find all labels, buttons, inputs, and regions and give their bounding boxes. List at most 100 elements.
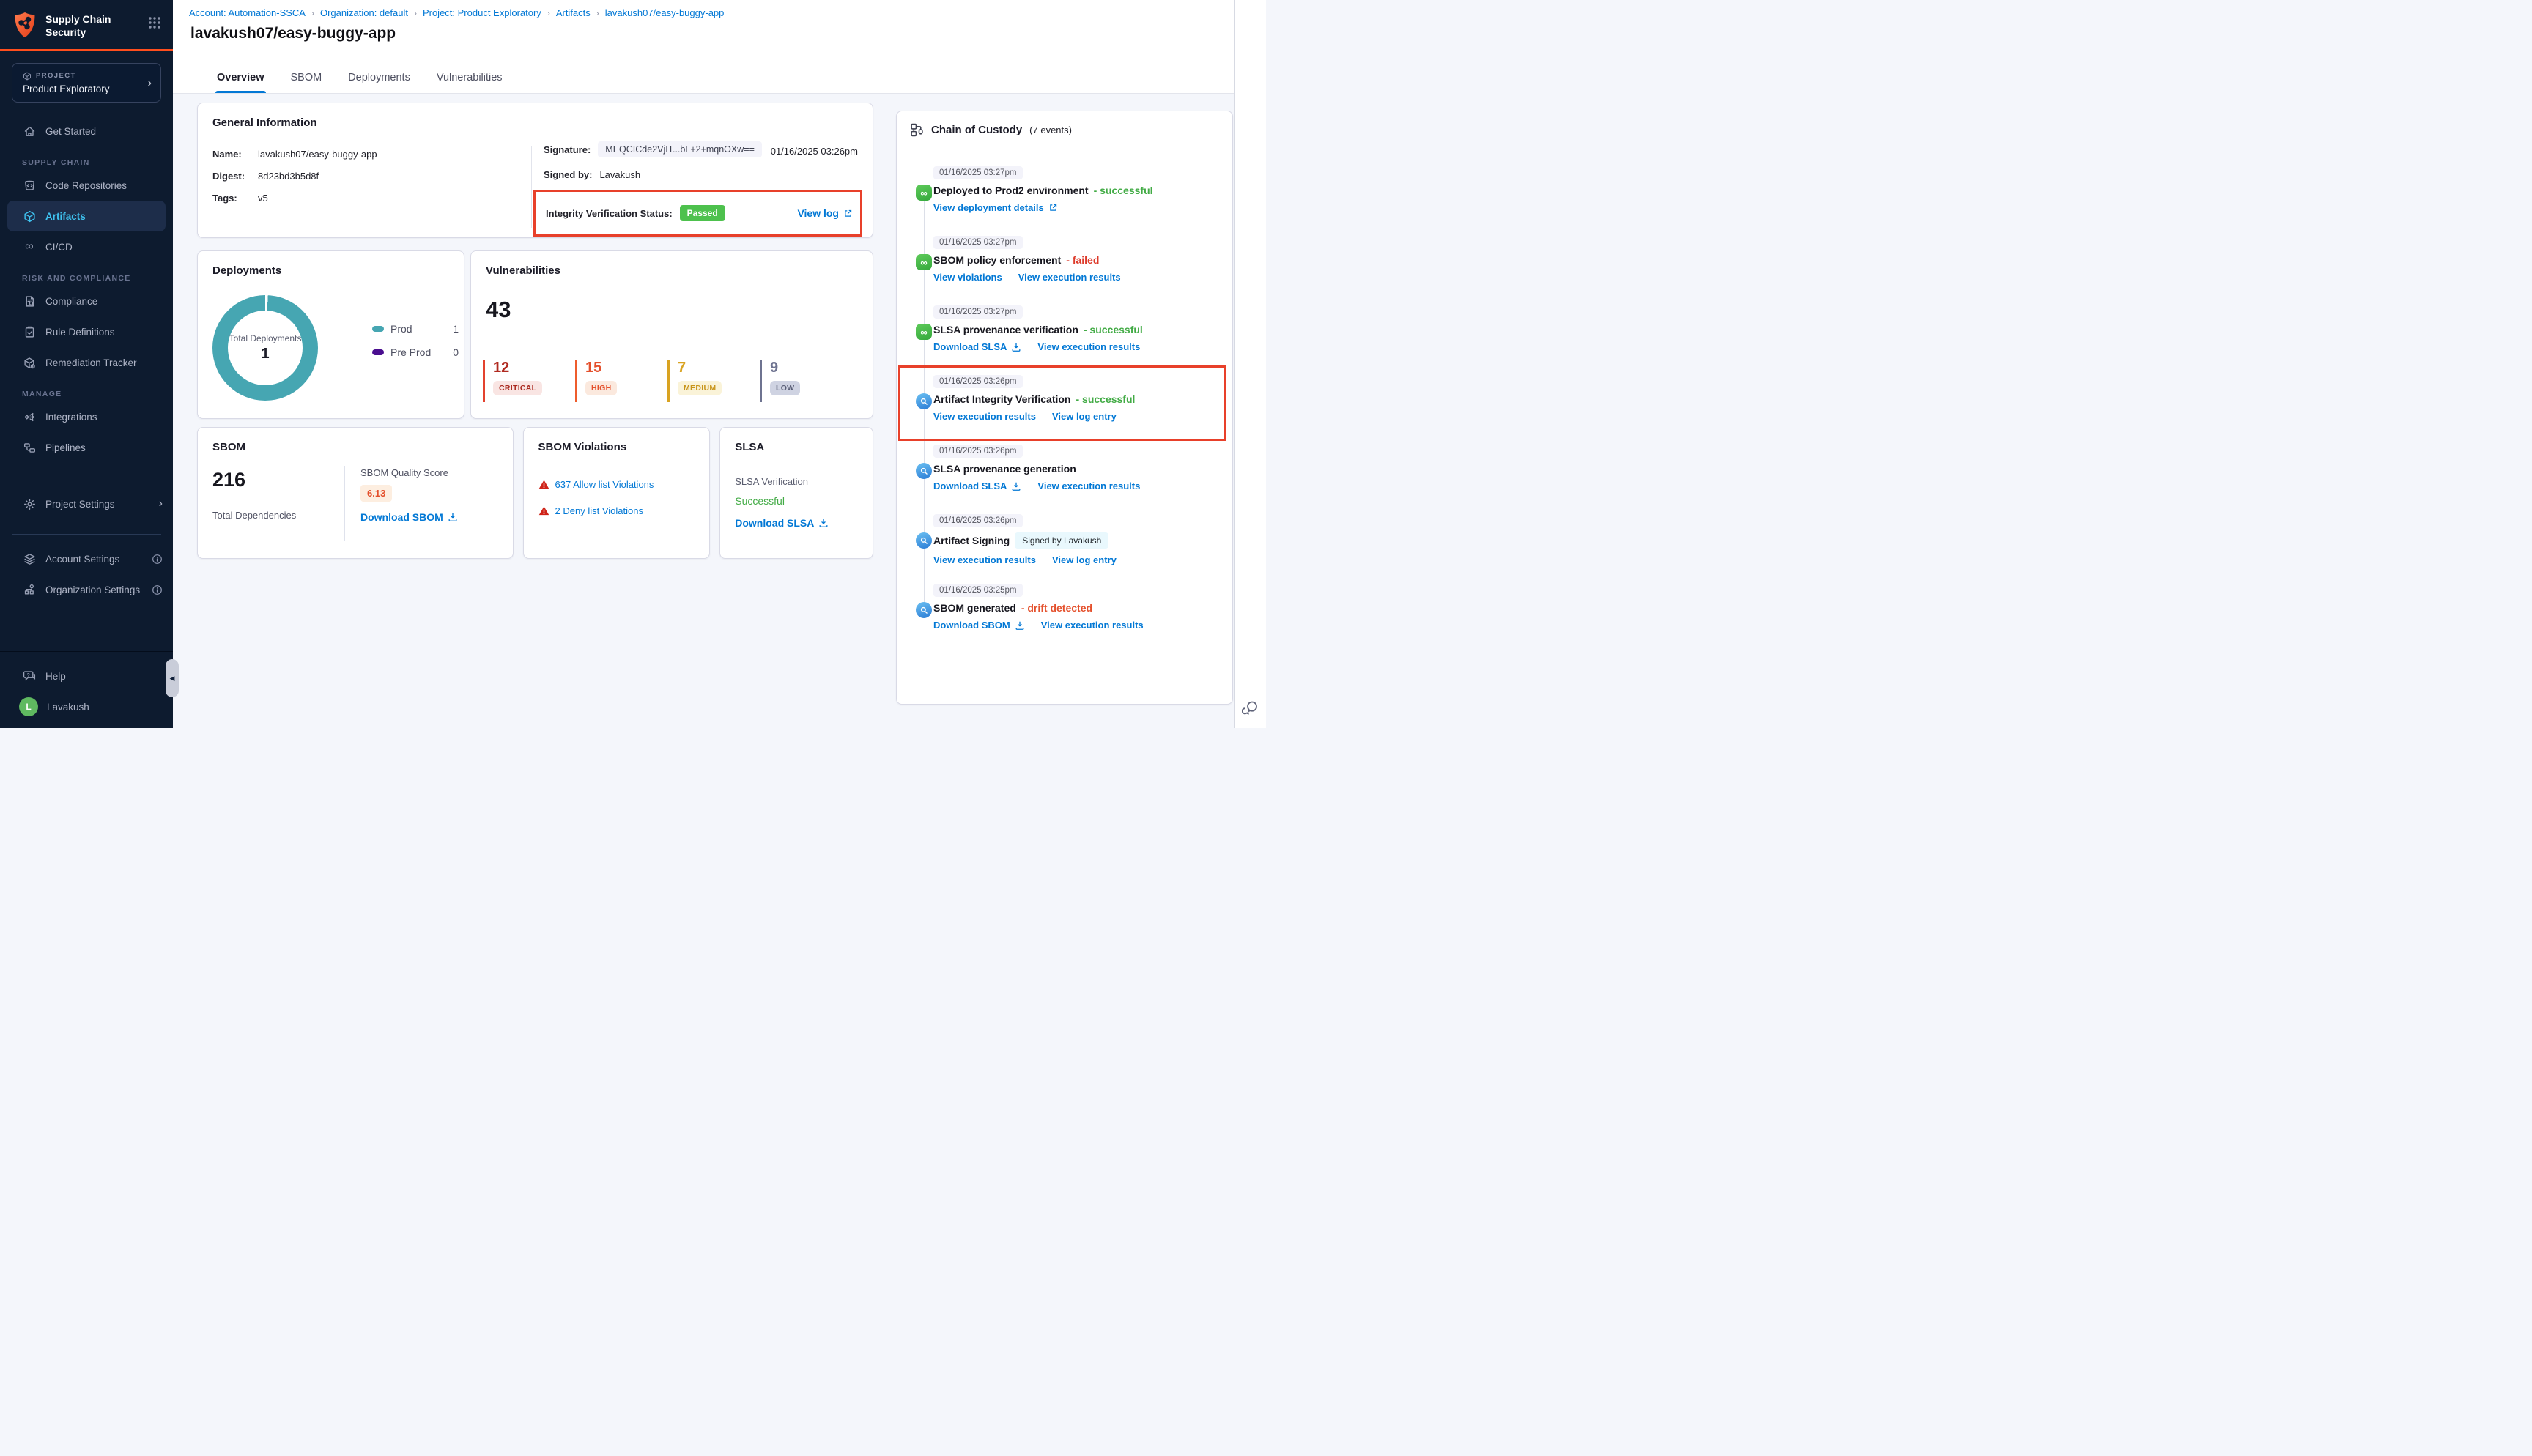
breadcrumb-link-artifacts[interactable]: Artifacts xyxy=(556,7,591,18)
user-menu[interactable]: LLavakush xyxy=(0,691,173,722)
sidebar-item-organization-settings[interactable]: Organization Settings xyxy=(0,574,173,605)
sidebar-item-artifacts[interactable]: Artifacts xyxy=(7,201,166,231)
breadcrumb-link-lavakush07-easy-buggy-app[interactable]: lavakush07/easy-buggy-app xyxy=(605,7,725,18)
chat-support-icon[interactable] xyxy=(1242,699,1259,716)
sidebar-item-label: Organization Settings xyxy=(45,584,140,595)
sidebar-item-account-settings[interactable]: Account Settings xyxy=(0,543,173,574)
card-title: SBOM Violations xyxy=(538,441,627,453)
deployments-card: Deployments Total Deployments 1 Prod1Pre… xyxy=(197,250,464,419)
event-link-view-log-entry[interactable]: View log entry xyxy=(1052,554,1117,565)
sidebar-item-label: Project Settings xyxy=(45,499,115,510)
sidebar-item-label: Compliance xyxy=(45,296,97,307)
event-link-view-execution-results[interactable]: View execution results xyxy=(1041,620,1144,631)
event-link-label: Download SLSA xyxy=(933,480,1007,491)
severity-count: 12 xyxy=(493,360,542,376)
svg-text:?: ? xyxy=(27,672,30,677)
field-name: Name:lavakush07/easy-buggy-app xyxy=(212,149,377,160)
supply-chain-security-logo-icon xyxy=(13,12,37,38)
event-timestamp: 01/16/2025 03:26pm xyxy=(933,445,1023,458)
sidebar-item-project-settings[interactable]: Project Settings› xyxy=(0,489,173,519)
sidebar-item-ci-cd[interactable]: ∞CI/CD xyxy=(0,231,173,262)
app-title: Supply Chain Security xyxy=(45,12,148,39)
field-label: Digest: xyxy=(212,171,258,182)
integrity-status-badge: Passed xyxy=(680,205,725,221)
event-link-label: View log entry xyxy=(1052,554,1117,565)
breadcrumb-link-organization-default[interactable]: Organization: default xyxy=(320,7,408,18)
sidebar-item-get-started[interactable]: Get Started xyxy=(0,116,173,146)
event-timestamp: 01/16/2025 03:25pm xyxy=(933,584,1023,597)
sidebar-item-label: Code Repositories xyxy=(45,180,127,191)
severity-low: 9LOW xyxy=(760,360,852,402)
sidebar-item-label: Pipelines xyxy=(45,442,86,453)
sidebar-item-label: Integrations xyxy=(45,412,97,423)
divider xyxy=(12,534,161,535)
event-link-label: View execution results xyxy=(1037,480,1140,491)
field-digest: Digest:8d23bd3b5d8f xyxy=(212,171,377,182)
sbom-total-value: 216 xyxy=(212,469,245,491)
legend-value: 0 xyxy=(453,346,459,358)
sidebar-item-pipelines[interactable]: Pipelines xyxy=(0,432,173,463)
sbom-violations-card: SBOM Violations 637 Allow list Violation… xyxy=(523,427,711,559)
chain-event-artifact-integrity-verification: 01/16/2025 03:26pm Artifact Integrity Ver… xyxy=(910,374,1222,444)
legend-item-pre-prod: Pre Prod0 xyxy=(372,346,459,358)
tab-vulnerabilities[interactable]: Vulnerabilities xyxy=(435,64,504,93)
event-link-view-deployment-details[interactable]: View deployment details xyxy=(933,202,1058,213)
sidebar-item-rule-definitions[interactable]: Rule Definitions xyxy=(0,316,173,347)
download-icon xyxy=(1015,620,1025,631)
event-link-label: View execution results xyxy=(933,411,1036,422)
tab-sbom[interactable]: SBOM xyxy=(289,64,324,93)
slsa-verification-status: Successful xyxy=(735,495,785,507)
event-link-view-log-entry[interactable]: View log entry xyxy=(1052,411,1117,422)
sidebar-item-code-repositories[interactable]: Code Repositories xyxy=(0,170,173,201)
external-link-icon xyxy=(843,209,853,218)
scs-badge-icon xyxy=(916,463,932,479)
sidebar-item-compliance[interactable]: Compliance xyxy=(0,286,173,316)
tab-deployments[interactable]: Deployments xyxy=(347,64,412,93)
event-link-view-execution-results[interactable]: View execution results xyxy=(1018,272,1121,283)
download-slsa-link[interactable]: Download SLSA xyxy=(735,517,829,529)
severity-bar xyxy=(667,360,670,402)
sidebar-item-label: Rule Definitions xyxy=(45,327,115,338)
info-icon xyxy=(152,584,163,595)
info-icon xyxy=(152,554,163,565)
event-link-view-violations[interactable]: View violations xyxy=(933,272,1002,283)
event-link-view-execution-results[interactable]: View execution results xyxy=(933,554,1036,565)
download-sbom-link[interactable]: Download SBOM xyxy=(360,511,458,523)
event-link-view-execution-results[interactable]: View execution results xyxy=(933,411,1036,422)
sidebar-item-remediation-tracker[interactable]: Remediation Tracker xyxy=(0,347,173,378)
event-link-download-sbom[interactable]: Download SBOM xyxy=(933,620,1025,631)
breadcrumb-separator: › xyxy=(547,8,550,18)
breadcrumb-link-project-product-exploratory[interactable]: Project: Product Exploratory xyxy=(423,7,541,18)
severity-bar xyxy=(483,360,485,402)
tab-bar: Overview SBOM Deployments Vulnerabilities xyxy=(215,64,504,93)
event-link-view-execution-results[interactable]: View execution results xyxy=(1037,341,1140,352)
project-selector[interactable]: PROJECT Product Exploratory › xyxy=(12,63,161,103)
sidebar-item-integrations[interactable]: Integrations xyxy=(0,401,173,432)
event-link-view-execution-results[interactable]: View execution results xyxy=(1037,480,1140,491)
sidebar-item-help[interactable]: ?Help xyxy=(0,661,173,691)
event-link-label: View execution results xyxy=(1037,341,1140,352)
violation-link-2-deny-list-violations[interactable]: 2 Deny list Violations xyxy=(555,505,643,516)
vulnerabilities-total: 43 xyxy=(486,297,511,323)
event-link-download-slsa[interactable]: Download SLSA xyxy=(933,341,1021,352)
legend-label: Prod xyxy=(390,323,412,335)
event-title: Deployed to Prod2 environment xyxy=(933,185,1089,196)
legend-value: 1 xyxy=(453,323,459,335)
breadcrumb-link-account-automation-ssca[interactable]: Account: Automation-SSCA xyxy=(189,7,306,18)
chain-event-artifact-signing: 01/16/2025 03:26pmArtifact SigningSigned… xyxy=(910,513,1222,583)
view-log-link[interactable]: View log xyxy=(797,207,853,219)
field-value: 8d23bd3b5d8f xyxy=(258,171,319,182)
card-title: Vulnerabilities xyxy=(486,264,560,277)
event-title: SLSA provenance generation xyxy=(933,463,1076,475)
field-value: lavakush07/easy-buggy-app xyxy=(258,149,377,160)
sidebar-collapse-handle[interactable]: ◀ xyxy=(166,659,179,697)
event-link-download-slsa[interactable]: Download SLSA xyxy=(933,480,1021,491)
tab-overview[interactable]: Overview xyxy=(215,64,266,93)
violation-link-637-allow-list-violations[interactable]: 637 Allow list Violations xyxy=(555,479,654,490)
event-timestamp: 01/16/2025 03:26pm xyxy=(933,375,1023,388)
field-value: v5 xyxy=(258,193,268,204)
violation-row: 637 Allow list Violations xyxy=(538,479,654,490)
chain-event-slsa-provenance-generation: 01/16/2025 03:26pm SLSA provenance genera… xyxy=(910,444,1222,513)
module-grid-icon[interactable] xyxy=(148,12,161,29)
event-title: Artifact Integrity Verification xyxy=(933,393,1070,405)
